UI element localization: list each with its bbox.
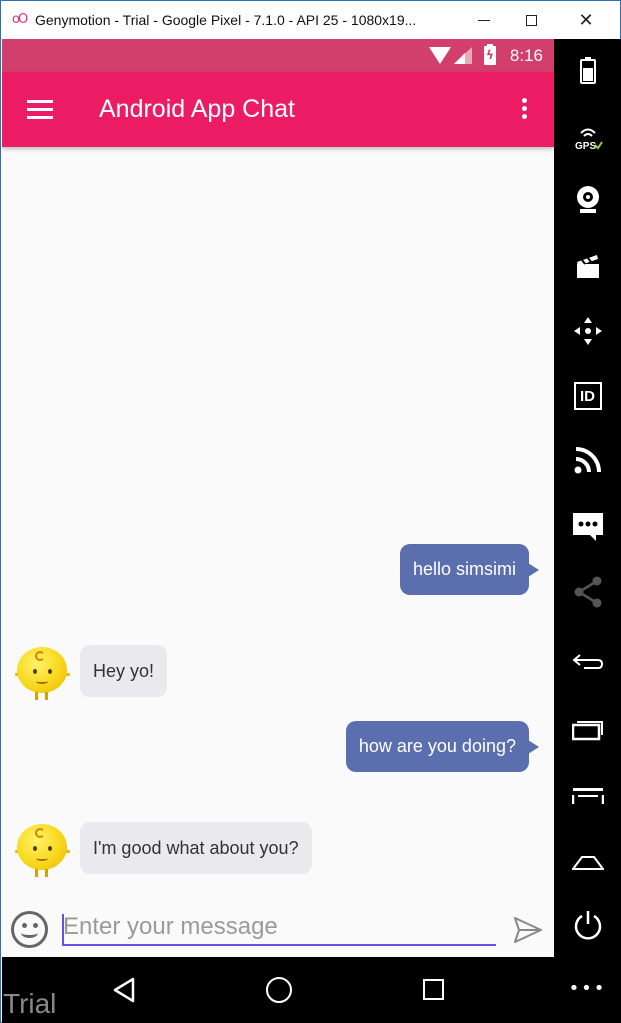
message-bubble-incoming[interactable]: Hey yo! — [80, 645, 168, 697]
message-bubble-outgoing[interactable]: hello simsimi — [399, 544, 540, 595]
message-input[interactable] — [62, 910, 496, 946]
message-bubble-outgoing[interactable]: how are you doing? — [345, 721, 540, 772]
simsimi-avatar-icon — [15, 645, 70, 701]
more-widget-icon[interactable]: ••• — [554, 971, 621, 1005]
hamburger-menu-icon[interactable] — [27, 100, 53, 120]
menu-widget-icon[interactable] — [554, 779, 621, 813]
text-cursor — [62, 914, 64, 944]
close-button[interactable]: ✕ — [563, 1, 609, 39]
window-title: Genymotion - Trial - Google Pixel - 7.1.… — [35, 12, 417, 28]
maximize-icon — [525, 14, 537, 26]
genymotion-logo-icon: oO — [12, 12, 28, 27]
gps-widget-icon[interactable]: GPS — [554, 121, 621, 155]
recent-apps-widget-icon[interactable] — [554, 713, 621, 747]
close-icon: ✕ — [578, 9, 594, 31]
maximize-button[interactable] — [508, 1, 554, 39]
status-time: 8:16 — [509, 46, 543, 65]
webcam-widget-icon[interactable] — [554, 182, 621, 218]
emoji-icon[interactable] — [11, 911, 48, 948]
status-bar: ϟ 8:16 — [2, 39, 554, 72]
gps-label: GPS — [575, 141, 596, 151]
minimize-icon — [478, 19, 490, 21]
send-icon[interactable] — [514, 917, 542, 943]
network-widget-icon[interactable] — [554, 443, 621, 477]
media-widget-icon[interactable] — [554, 249, 621, 283]
power-widget-icon[interactable] — [554, 907, 621, 943]
simsimi-avatar-icon — [15, 822, 70, 878]
signal-strength-icon — [454, 53, 465, 64]
home-icon[interactable] — [266, 977, 292, 1003]
message-text: I'm good what about you? — [93, 837, 299, 858]
battery-widget-icon[interactable] — [554, 53, 621, 87]
message-composer — [2, 901, 554, 957]
message-bubble-incoming[interactable]: I'm good what about you? — [80, 822, 312, 874]
wifi-icon — [429, 47, 451, 64]
device-screen: ϟ 8:16 Android App Chat hello simsimi He… — [2, 39, 554, 1023]
app-title: Android App Chat — [99, 95, 295, 123]
emulator-sidebar: GPS ID ••• — [554, 39, 621, 1023]
android-navigation-bar — [2, 957, 554, 1023]
share-widget-icon[interactable] — [554, 575, 621, 609]
identifiers-widget-icon[interactable]: ID — [554, 379, 621, 413]
message-text: how are you doing? — [358, 736, 516, 756]
overflow-menu-icon[interactable] — [518, 98, 530, 122]
back-icon[interactable] — [112, 977, 136, 1003]
window-titlebar: oO Genymotion - Trial - Google Pixel - 7… — [1, 1, 620, 39]
back-widget-icon[interactable] — [554, 645, 621, 679]
trial-watermark: Trial — [3, 988, 57, 1019]
message-text: Hey yo! — [93, 660, 155, 681]
minimize-button[interactable] — [461, 1, 507, 39]
id-label: ID — [573, 382, 602, 410]
home-widget-icon[interactable] — [554, 845, 621, 879]
dpad-widget-icon[interactable] — [554, 313, 621, 349]
recents-icon[interactable] — [423, 979, 444, 1000]
app-toolbar: Android App Chat — [2, 72, 554, 147]
message-text: hello simsimi — [412, 559, 516, 579]
sms-widget-icon[interactable] — [554, 509, 621, 545]
battery-charging-icon: ϟ — [484, 44, 496, 65]
emulator-window: oO Genymotion - Trial - Google Pixel - 7… — [0, 0, 621, 1023]
